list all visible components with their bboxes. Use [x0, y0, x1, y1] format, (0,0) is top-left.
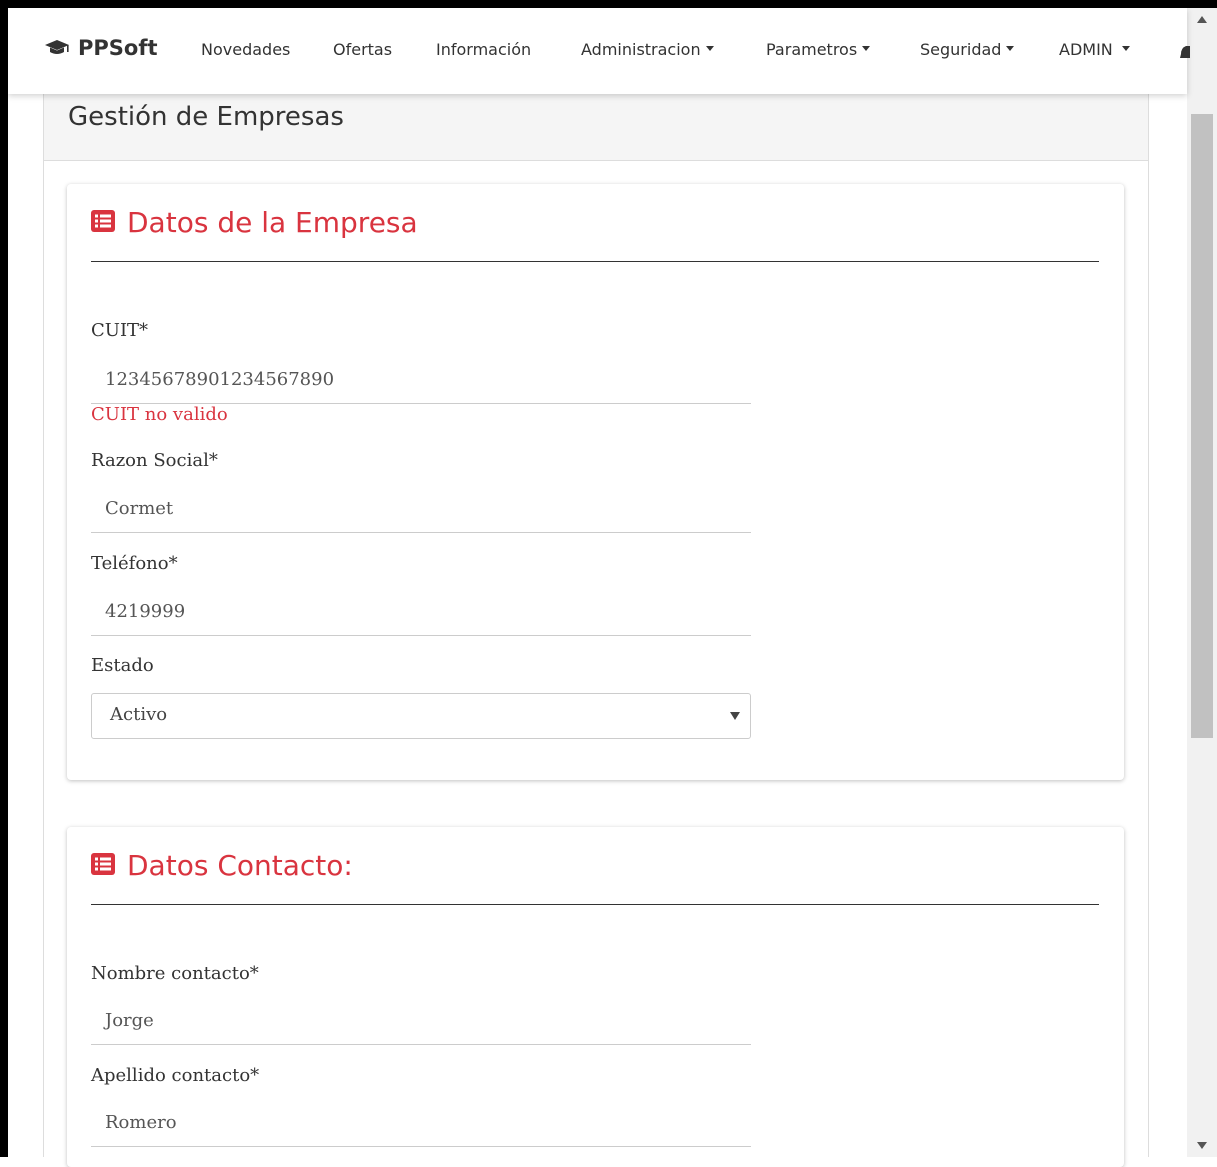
empresa-card: Datos de la Empresa CUIT* 12345678901234…: [67, 184, 1124, 780]
nav-parametros-dropdown[interactable]: Parametros: [766, 40, 871, 59]
section-divider: [91, 261, 1099, 262]
top-navbar: PPSoft Novedades Ofertas Información Adm…: [8, 8, 1190, 94]
panel-heading: Gestión de Empresas: [44, 94, 1148, 161]
brand-name: PPSoft: [78, 36, 158, 60]
nombre-contacto-input[interactable]: Jorge: [91, 1000, 751, 1045]
list-alt-icon: [91, 206, 115, 239]
caret-down-icon: [705, 46, 714, 51]
razon-social-input[interactable]: Cormet: [91, 488, 751, 533]
caret-down-icon: [862, 46, 871, 51]
razon-social-value: Cormet: [105, 498, 174, 519]
telefono-label: Teléfono*: [91, 553, 178, 574]
caret-down-icon: [1121, 46, 1130, 51]
cuit-label: CUIT*: [91, 320, 149, 341]
scrollbar-thumb[interactable]: [1191, 114, 1213, 738]
estado-label: Estado: [91, 655, 154, 676]
window-frame-top: [0, 0, 1217, 8]
page-title: Gestión de Empresas: [68, 102, 344, 132]
nav-ofertas[interactable]: Ofertas: [333, 40, 392, 59]
brand-link[interactable]: PPSoft: [44, 36, 158, 60]
apellido-contacto-input[interactable]: Romero: [91, 1102, 751, 1147]
apellido-contacto-value: Romero: [105, 1112, 177, 1133]
scroll-up-arrow-icon[interactable]: [1197, 16, 1207, 23]
nav-novedades[interactable]: Novedades: [201, 40, 290, 59]
bell-icon[interactable]: [1180, 44, 1190, 66]
telefono-value: 4219999: [105, 601, 186, 622]
graduation-cap-icon: [44, 39, 70, 57]
nav-informacion[interactable]: Información: [436, 40, 531, 59]
section-divider: [91, 904, 1099, 905]
apellido-contacto-label: Apellido contacto*: [91, 1065, 260, 1086]
contacto-section-title: Datos Contacto:: [91, 849, 353, 882]
scroll-down-arrow-icon[interactable]: [1197, 1142, 1207, 1149]
dropdown-arrow-icon: [730, 712, 740, 720]
contacto-card: Datos Contacto: Nombre contacto* Jorge A…: [67, 827, 1124, 1167]
telefono-input[interactable]: 4219999: [91, 591, 751, 636]
contacto-title-text: Datos Contacto:: [127, 849, 353, 882]
nav-seguridad-dropdown[interactable]: Seguridad: [920, 40, 1015, 59]
nombre-contacto-value: Jorge: [105, 1010, 154, 1031]
empresa-title-text: Datos de la Empresa: [127, 206, 418, 239]
cuit-error-message: CUIT no valido: [91, 404, 228, 425]
empresa-section-title: Datos de la Empresa: [91, 206, 418, 239]
razon-social-label: Razon Social*: [91, 450, 218, 471]
nombre-contacto-label: Nombre contacto*: [91, 963, 259, 984]
window-frame-left: [0, 0, 8, 1157]
caret-down-icon: [1006, 46, 1015, 51]
estado-selected-value: Activo: [110, 704, 168, 725]
nav-administracion-dropdown[interactable]: Administracion: [581, 40, 714, 59]
cuit-input[interactable]: 12345678901234567890: [91, 359, 751, 404]
nav-admin-dropdown[interactable]: ADMIN: [1059, 40, 1130, 59]
estado-select[interactable]: Activo: [91, 693, 751, 739]
list-alt-icon: [91, 849, 115, 882]
cuit-value: 12345678901234567890: [105, 369, 335, 390]
vertical-scrollbar[interactable]: [1187, 8, 1217, 1157]
